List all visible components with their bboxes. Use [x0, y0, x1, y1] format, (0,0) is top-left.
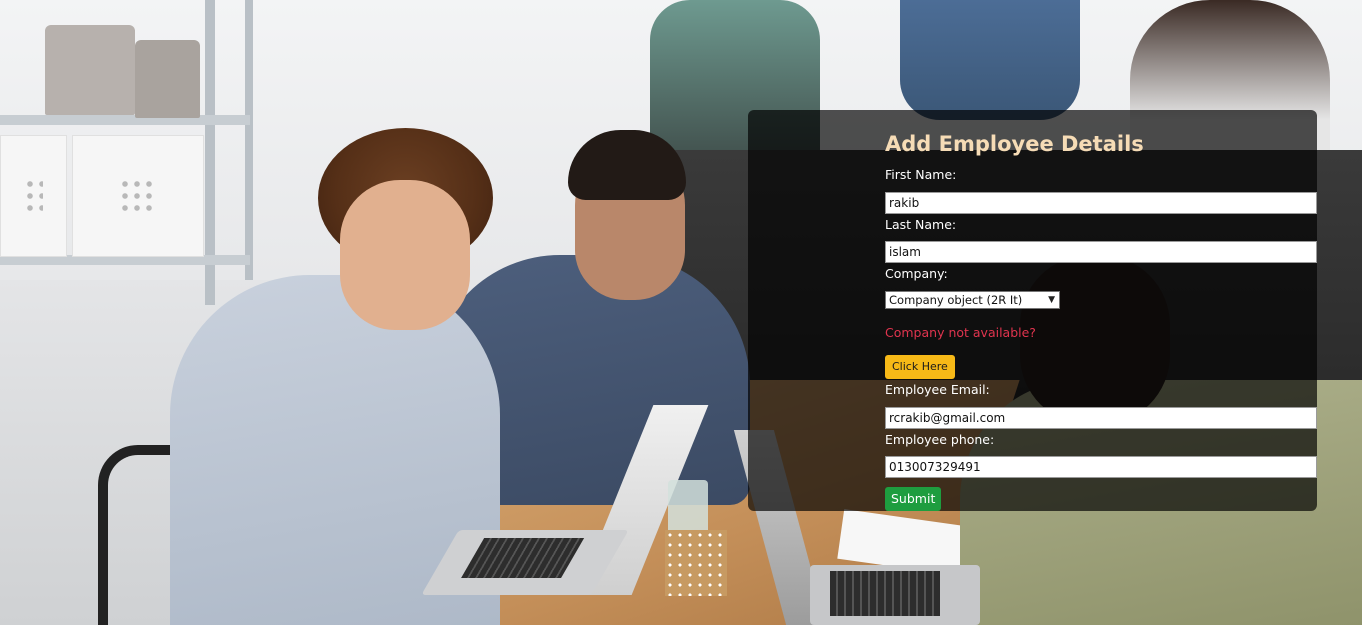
- bg-laptop: [421, 405, 709, 595]
- company-select[interactable]: Company object (2R It) ▼: [885, 291, 1060, 309]
- bg-shelf: [0, 0, 260, 310]
- bg-person: [900, 0, 1080, 120]
- form-title: Add Employee Details: [885, 132, 1144, 156]
- shelf-board: [0, 115, 250, 125]
- company-label: Company:: [885, 266, 948, 281]
- employee-email-label: Employee Email:: [885, 382, 990, 397]
- first-name-input[interactable]: [885, 192, 1317, 214]
- bg-storage-box: [72, 135, 204, 257]
- bg-pencil-cup: [665, 530, 727, 596]
- last-name-label: Last Name:: [885, 217, 957, 232]
- chevron-down-icon: ▼: [1048, 295, 1055, 305]
- page: Add Employee Details First Name: Last Na…: [0, 0, 1362, 625]
- first-name-label: First Name:: [885, 167, 957, 182]
- shelf-post: [245, 0, 253, 280]
- employee-form-panel: Add Employee Details First Name: Last Na…: [748, 110, 1317, 511]
- bg-laptop-keyboard: [810, 565, 980, 625]
- last-name-input[interactable]: [885, 241, 1317, 263]
- click-here-button[interactable]: Click Here: [885, 355, 955, 379]
- bg-storage-bag: [135, 40, 200, 118]
- employee-phone-input[interactable]: [885, 456, 1317, 478]
- company-select-value: Company object (2R It): [889, 293, 1023, 307]
- submit-button[interactable]: Submit: [885, 487, 942, 511]
- bg-person: [340, 180, 470, 330]
- employee-email-input[interactable]: [885, 407, 1317, 429]
- employee-phone-label: Employee phone:: [885, 432, 995, 447]
- bg-glass: [668, 480, 708, 535]
- bg-storage-bag: [45, 25, 135, 115]
- company-not-available-text: Company not available?: [885, 325, 1036, 340]
- bg-storage-box: [0, 135, 67, 257]
